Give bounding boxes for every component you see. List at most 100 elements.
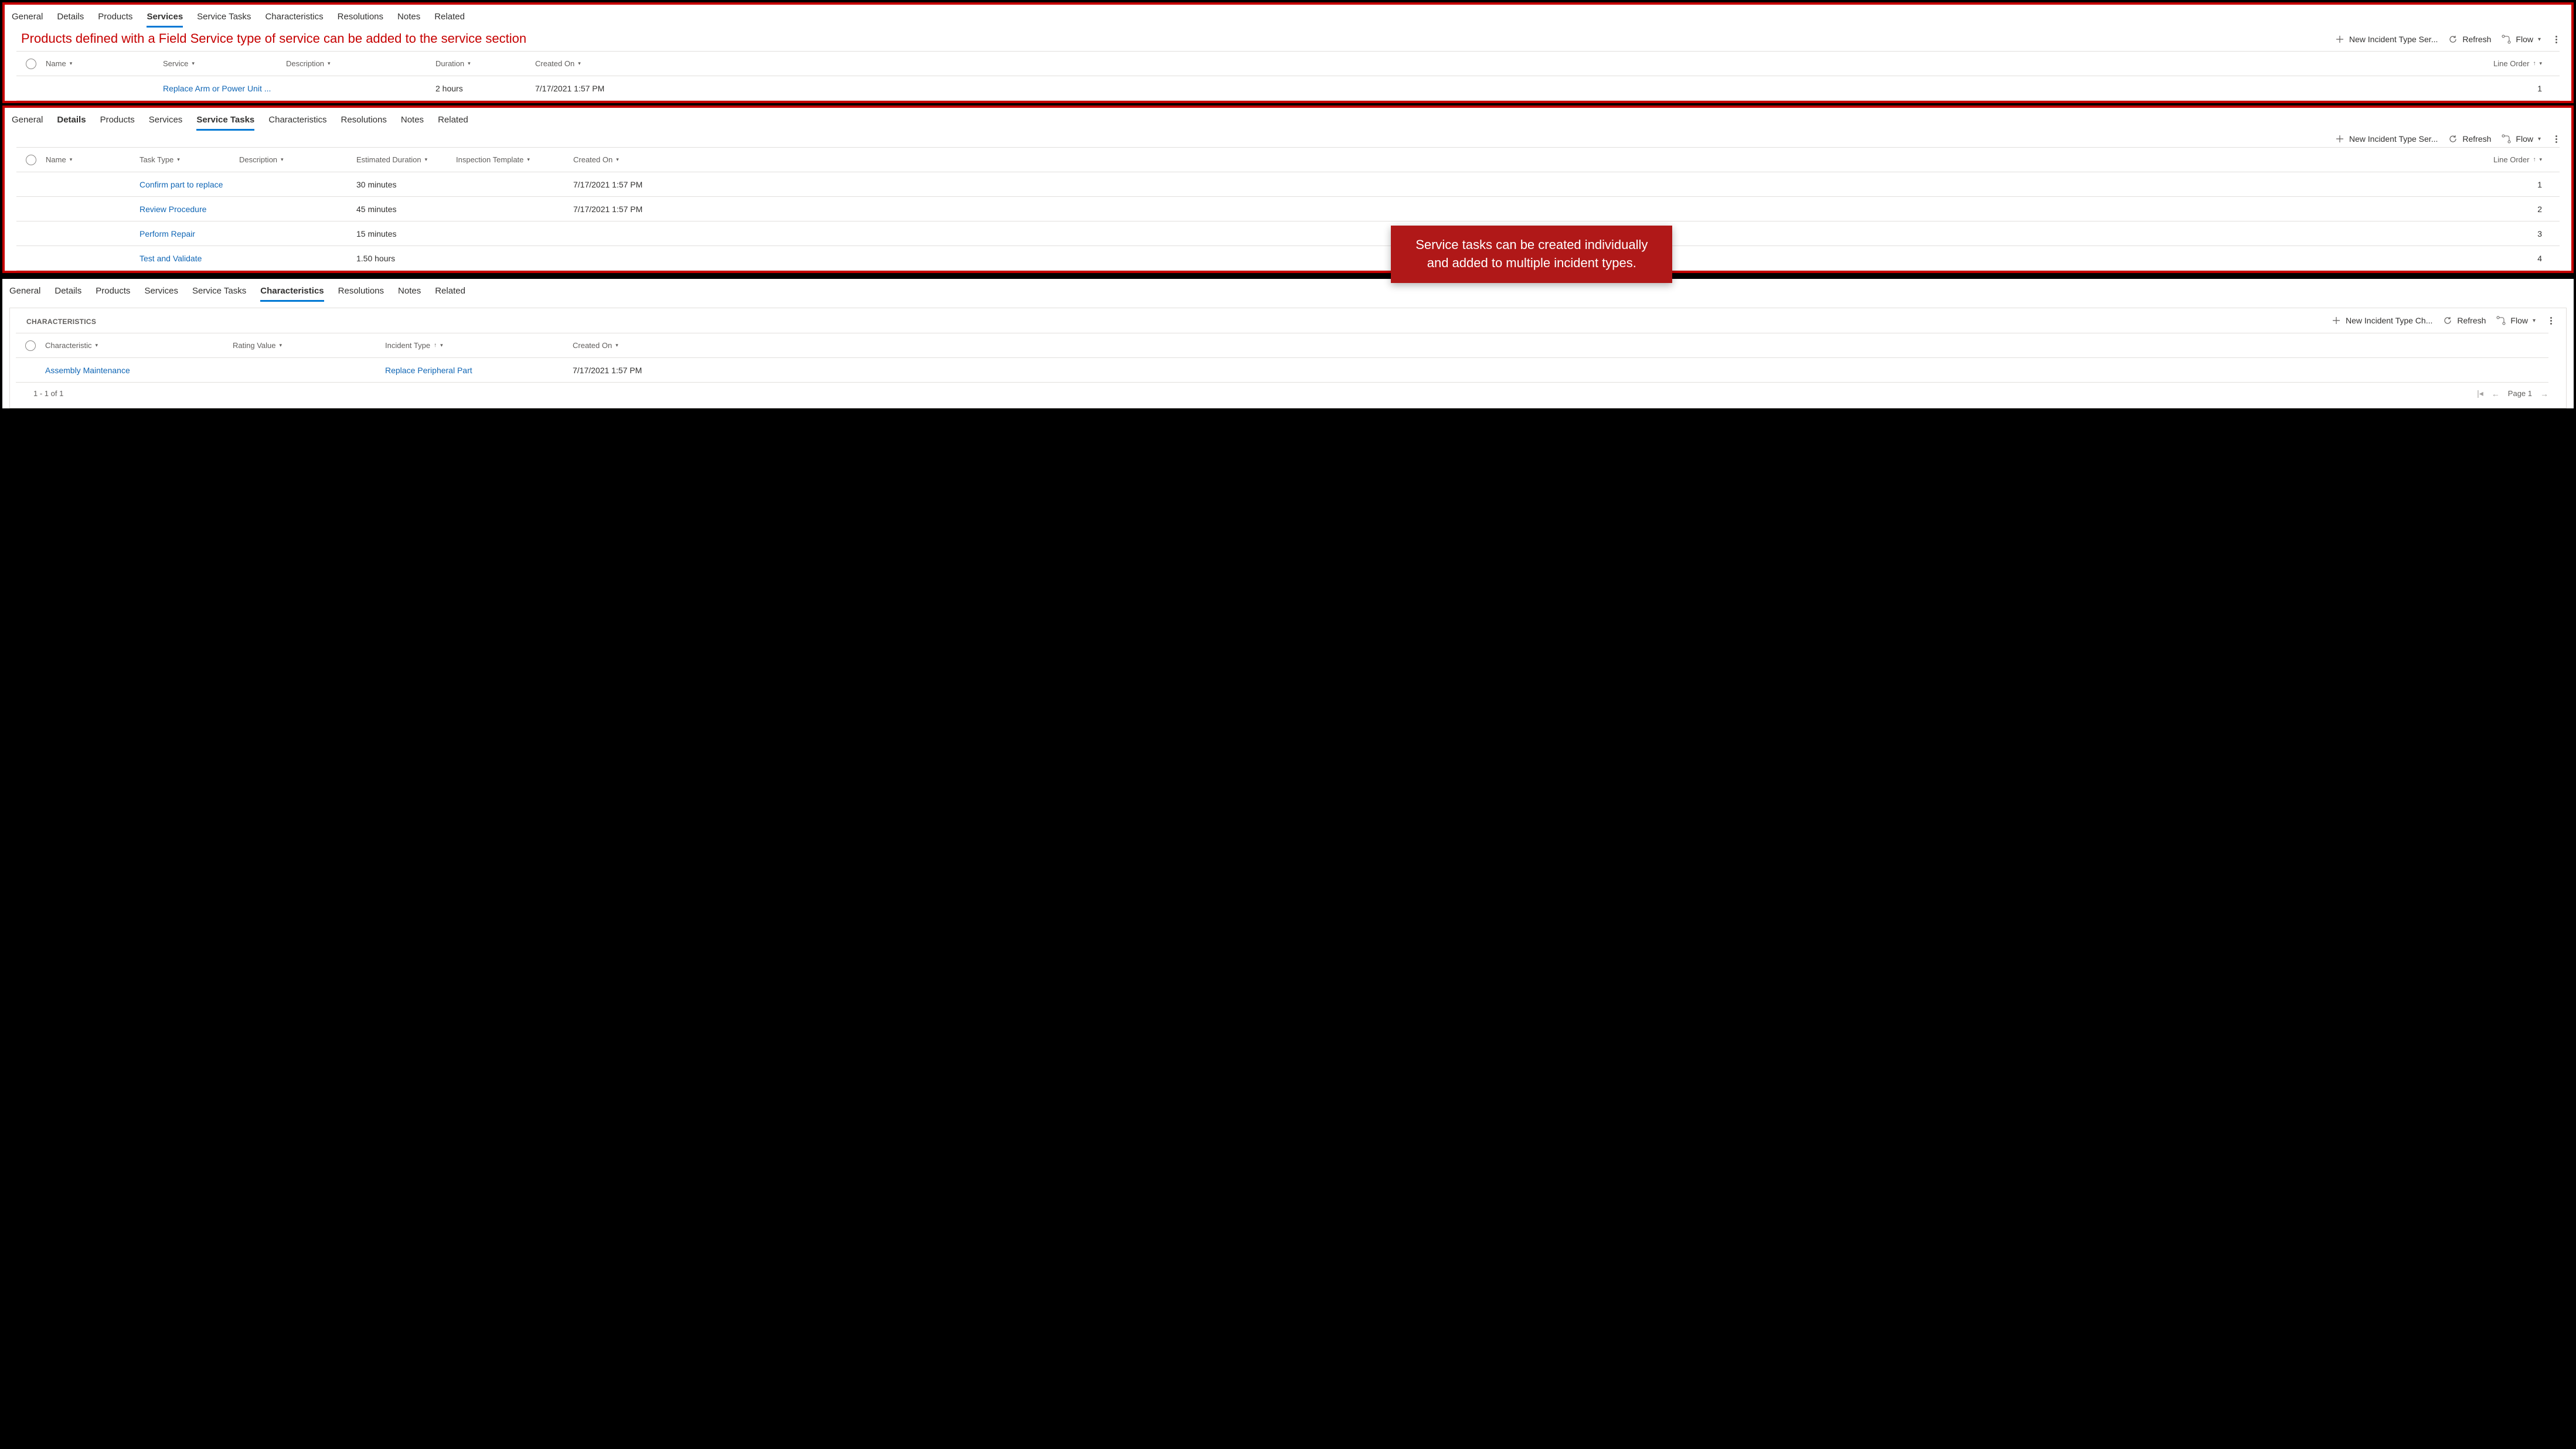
flow-button[interactable]: Flow ▾ (2502, 35, 2541, 44)
cell-task-type-link[interactable]: Review Procedure (139, 204, 206, 214)
tab-general[interactable]: General (9, 284, 40, 302)
tab-notes[interactable]: Notes (398, 284, 421, 302)
table-row[interactable]: Test and Validate1.50 hours4 (16, 246, 2560, 271)
tab-related[interactable]: Related (434, 9, 465, 28)
flow-button[interactable]: Flow ▾ (2496, 316, 2536, 325)
tab-resolutions[interactable]: Resolutions (338, 284, 384, 302)
chevron-down-icon: ▾ (2538, 36, 2541, 43)
tab-characteristics[interactable]: Characteristics (260, 284, 324, 302)
cell-duration: 2 hours (435, 84, 535, 93)
new-incident-type-characteristic-button[interactable]: New Incident Type Ch... (2332, 316, 2432, 325)
col-rating-value[interactable]: Rating Value▾ (233, 341, 385, 350)
table-row[interactable]: Review Procedure 45 minutes 7/17/2021 1:57… (16, 197, 2560, 221)
col-duration[interactable]: Duration▾ (435, 59, 535, 68)
cell-incident-type-link[interactable]: Replace Peripheral Part (385, 366, 472, 375)
cell-task-type-link[interactable]: Confirm part to replace (139, 180, 223, 189)
panel-service-tasks: General Details Products Services Service Ta… (2, 105, 2574, 273)
col-characteristic[interactable]: Characteristic▾ (45, 341, 233, 350)
callout-service-tasks: Service tasks can be created individuall… (1391, 226, 1672, 283)
col-service[interactable]: Service▾ (163, 59, 286, 68)
col-created-on[interactable]: Created On▾ (535, 59, 676, 68)
service-tasks-grid: Name▾ Task Type▾ Description▾ Estimated … (16, 147, 2560, 271)
col-name[interactable]: Name▾ (46, 155, 139, 164)
tab-notes[interactable]: Notes (401, 112, 424, 131)
refresh-button[interactable]: Refresh (2448, 134, 2491, 144)
tab-service-tasks[interactable]: Service Tasks (197, 9, 251, 28)
plus-icon (2335, 35, 2344, 44)
col-description[interactable]: Description▾ (239, 155, 356, 164)
pager-prev-button[interactable]: ← (2492, 389, 2500, 398)
table-row[interactable]: Confirm part to replace30 minutes7/17/20… (16, 172, 2560, 197)
pager-range: 1 - 1 of 1 (33, 389, 63, 398)
col-task-type[interactable]: Task Type▾ (139, 155, 239, 164)
pager-next-button[interactable]: → (2540, 389, 2548, 398)
toolbar-services: New Incident Type Ser... Refresh Flow ▾ (2335, 31, 2561, 47)
table-row[interactable]: Perform Repair15 minutes3 (16, 221, 2560, 246)
col-created-on[interactable]: Created On▾ (573, 341, 737, 350)
characteristics-section-label: CHARACTERISTICS (18, 308, 104, 333)
refresh-button[interactable]: Refresh (2448, 35, 2491, 44)
tab-general[interactable]: General (12, 9, 43, 28)
cell-task-type-link[interactable]: Test and Validate (139, 254, 202, 263)
col-description[interactable]: Description▾ (286, 59, 435, 68)
refresh-button[interactable]: Refresh (2443, 316, 2486, 325)
tab-details[interactable]: Details (55, 284, 81, 302)
col-incident-type[interactable]: Incident Type↑▾ (385, 341, 573, 350)
col-created-on[interactable]: Created On▾ (573, 155, 690, 164)
tabs-service-tasks: General Details Products Services Service Ta… (5, 108, 2571, 131)
refresh-icon (2443, 316, 2452, 325)
flow-icon (2502, 134, 2511, 144)
col-line-order[interactable]: Line Order↑▾ (690, 155, 2554, 164)
tabs-services: General Details Products Services Service Ta… (5, 5, 2571, 28)
flow-label: Flow (2516, 35, 2533, 44)
table-row[interactable]: Assembly Maintenance Replace Peripheral P… (16, 358, 2548, 383)
more-commands-button[interactable] (2551, 35, 2561, 44)
new-incident-type-service-button[interactable]: New Incident Type Ser... (2335, 35, 2438, 44)
tab-notes[interactable]: Notes (397, 9, 420, 28)
services-grid: Name▾ Service▾ Description▾ Duration▾ Cr… (16, 51, 2560, 101)
cell-created-on: 7/17/2021 1:57 PM (573, 204, 690, 214)
flow-icon (2502, 35, 2511, 44)
cell-service-link[interactable]: Replace Arm or Power Unit ... (163, 84, 271, 93)
tab-products[interactable]: Products (100, 112, 135, 131)
col-inspection-template[interactable]: Inspection Template▾ (456, 155, 573, 164)
col-est-duration[interactable]: Estimated Duration▾ (356, 155, 456, 164)
more-commands-button[interactable] (2551, 134, 2561, 144)
tab-details[interactable]: Details (57, 112, 86, 131)
tab-services[interactable]: Services (147, 9, 183, 28)
tab-services[interactable]: Services (149, 112, 183, 131)
pager-first-button[interactable]: |◂ (2477, 388, 2483, 398)
tab-related[interactable]: Related (438, 112, 468, 131)
plus-icon (2335, 134, 2344, 144)
select-all-checkbox[interactable] (26, 59, 36, 69)
tab-services[interactable]: Services (144, 284, 178, 302)
cell-est-duration: 1.50 hours (356, 254, 456, 263)
new-incident-type-service-task-button[interactable]: New Incident Type Ser... (2335, 134, 2438, 144)
select-all-checkbox[interactable] (26, 155, 36, 165)
characteristics-grid: Characteristic▾ Rating Value▾ Incident T… (16, 333, 2548, 383)
refresh-label: Refresh (2462, 35, 2491, 44)
tab-related[interactable]: Related (435, 284, 465, 302)
more-commands-button[interactable] (2546, 316, 2555, 325)
tab-characteristics[interactable]: Characteristics (268, 112, 326, 131)
col-name[interactable]: Name▾ (46, 59, 163, 68)
cell-est-duration: 45 minutes (356, 204, 456, 214)
cell-characteristic-link[interactable]: Assembly Maintenance (45, 366, 130, 375)
cell-task-type-link[interactable]: Perform Repair (139, 229, 195, 238)
tab-resolutions[interactable]: Resolutions (338, 9, 383, 28)
tab-service-tasks[interactable]: Service Tasks (196, 112, 254, 131)
tab-characteristics[interactable]: Characteristics (265, 9, 323, 28)
services-caption: Products defined with a Field Service ty… (13, 28, 535, 51)
pager-page-label: Page 1 (2508, 389, 2532, 398)
table-row[interactable]: Replace Arm or Power Unit ...2 hours7/17… (16, 76, 2560, 101)
tab-general[interactable]: General (12, 112, 43, 131)
col-line-order[interactable]: Line Order↑▾ (676, 59, 2554, 68)
tab-products[interactable]: Products (96, 284, 130, 302)
tab-details[interactable]: Details (57, 9, 84, 28)
tab-resolutions[interactable]: Resolutions (341, 112, 386, 131)
flow-button[interactable]: Flow ▾ (2502, 134, 2541, 144)
tab-service-tasks[interactable]: Service Tasks (192, 284, 246, 302)
plus-icon (2332, 316, 2341, 325)
tab-products[interactable]: Products (98, 9, 132, 28)
select-all-checkbox[interactable] (25, 340, 36, 351)
